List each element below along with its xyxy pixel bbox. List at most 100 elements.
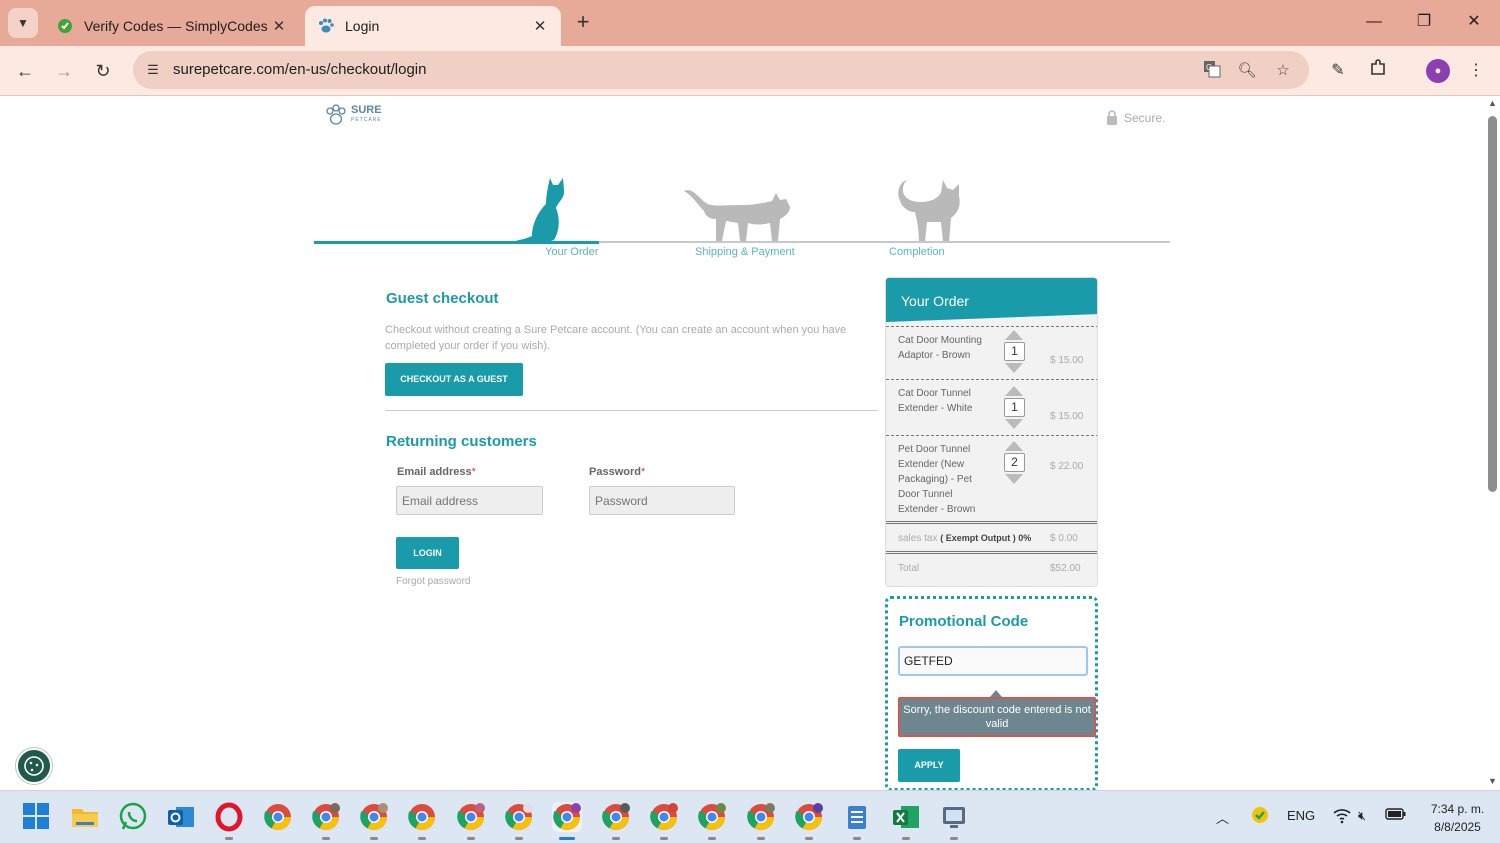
- qty-decrease-icon[interactable]: [1005, 419, 1023, 429]
- menu-kebab-icon[interactable]: ⋮: [1464, 59, 1488, 83]
- chrome-profile-icon[interactable]: [407, 802, 437, 840]
- running-indicator: [370, 837, 378, 840]
- tab-title: Login: [345, 18, 380, 34]
- extensions-icon[interactable]: [1366, 59, 1390, 83]
- back-button[interactable]: ←: [10, 56, 40, 86]
- chrome-profile-icon[interactable]: [794, 802, 824, 840]
- qty-increase-icon[interactable]: [1005, 386, 1023, 396]
- scroll-up-icon[interactable]: ▲: [1487, 98, 1498, 108]
- running-indicator: [660, 837, 668, 840]
- order-item-name: Cat Door Mounting Adaptor - Brown: [898, 335, 982, 361]
- minimize-window-button[interactable]: —: [1359, 8, 1389, 36]
- sales-tax-value: $ 0.00: [1050, 533, 1078, 544]
- order-item-price: $ 22.00: [1050, 461, 1084, 472]
- chrome-profile-icon[interactable]: [504, 802, 534, 840]
- required-mark: *: [471, 466, 476, 478]
- address-bar[interactable]: ☰ surepetcare.com/en-us/checkout/login G…: [133, 51, 1309, 89]
- qty-increase-icon[interactable]: [1005, 330, 1023, 340]
- qty-increase-icon[interactable]: [1005, 441, 1023, 451]
- whatsapp-icon[interactable]: [118, 802, 148, 832]
- scroll-down-icon[interactable]: ▼: [1487, 776, 1498, 786]
- remote-desktop-icon[interactable]: [939, 802, 969, 840]
- chrome-profile-icon[interactable]: [359, 802, 389, 840]
- show-hidden-icons-chevron-icon[interactable]: ︿: [1216, 808, 1229, 827]
- chrome-profile-icon[interactable]: [697, 802, 727, 840]
- step-label-shipping-payment: Shipping & Payment: [695, 246, 795, 258]
- wifi-icon[interactable]: [1332, 806, 1352, 827]
- cat-standing-step-icon: [898, 180, 960, 242]
- chrome-icon[interactable]: [263, 802, 293, 832]
- page-scrollbar[interactable]: ▲ ▼: [1485, 96, 1500, 790]
- order-item-row: Pet Door Tunnel Extender (New Packaging)…: [886, 435, 1097, 519]
- qty-input[interactable]: 2: [1004, 453, 1025, 472]
- apply-promo-button[interactable]: APPLY: [898, 749, 960, 782]
- browser-tab-bar: ▼ Verify Codes — SimplyCodes ✕ Login ✕ +…: [0, 0, 1500, 46]
- clock-time: 7:34 p. m.: [1430, 802, 1485, 816]
- reload-button[interactable]: ↻: [88, 56, 118, 86]
- promo-code-title: Promotional Code: [899, 613, 1029, 630]
- guest-checkout-title: Guest checkout: [386, 290, 499, 307]
- chrome-profile-icon[interactable]: [456, 802, 486, 840]
- close-tab-icon[interactable]: ✕: [531, 17, 549, 35]
- qty-decrease-icon[interactable]: [1005, 363, 1023, 373]
- running-indicator: [902, 837, 910, 840]
- tray-app-icon[interactable]: [1250, 805, 1270, 828]
- chrome-profile-icon[interactable]: [601, 802, 631, 840]
- promo-code-panel: Promotional Code Sorry, the discount cod…: [885, 596, 1098, 790]
- error-tooltip-arrow: [990, 690, 1002, 697]
- profile-avatar[interactable]: ●: [1426, 59, 1450, 83]
- cookie-settings-button[interactable]: [16, 748, 52, 784]
- volume-muted-icon[interactable]: 🔇︎: [1358, 808, 1366, 824]
- logo-text: SURE PETCARE: [351, 105, 382, 125]
- login-button[interactable]: LOGIN: [396, 537, 459, 569]
- zoom-icon[interactable]: 🔍︎: [1236, 60, 1258, 82]
- qty-decrease-icon[interactable]: [1005, 474, 1023, 484]
- forward-button[interactable]: →: [49, 56, 79, 86]
- close-tab-icon[interactable]: ✕: [270, 17, 288, 35]
- running-indicator: [853, 837, 861, 840]
- chrome-profile-icon[interactable]: [311, 802, 341, 840]
- checkout-as-guest-button[interactable]: CHECKOUT AS A GUEST: [385, 363, 523, 396]
- password-field[interactable]: [589, 486, 735, 515]
- password-label-text: Password: [589, 466, 641, 478]
- order-summary-panel: Your Order Cat Door Mounting Adaptor - B…: [885, 277, 1098, 587]
- section-divider: [385, 410, 878, 411]
- tab-login[interactable]: Login ✕: [305, 6, 561, 46]
- qty-input[interactable]: 1: [1004, 398, 1025, 417]
- sure-petcare-logo[interactable]: SURE PETCARE: [325, 104, 382, 126]
- tab-list-button[interactable]: ▼: [8, 8, 38, 38]
- outlook-icon[interactable]: [166, 802, 196, 832]
- required-mark: *: [640, 466, 646, 478]
- active-indicator: [559, 837, 575, 840]
- new-tab-button[interactable]: +: [570, 9, 596, 35]
- tab-title: Verify Codes — SimplyCodes: [84, 18, 268, 34]
- chrome-profile-icon[interactable]: [649, 802, 679, 840]
- windows-taskbar: ︿ ENG 🔇︎ 7:34 p. m. 8/8/2025: [0, 790, 1500, 843]
- svg-text:G: G: [1206, 63, 1212, 72]
- excel-icon[interactable]: [891, 802, 921, 840]
- restore-window-button[interactable]: ❐: [1409, 8, 1439, 36]
- file-explorer-icon[interactable]: [70, 802, 100, 832]
- url-text[interactable]: surepetcare.com/en-us/checkout/login: [173, 61, 426, 78]
- qty-input[interactable]: 1: [1004, 342, 1025, 361]
- translate-icon[interactable]: G: [1201, 60, 1223, 82]
- running-indicator: [950, 837, 958, 840]
- promo-code-input[interactable]: [898, 646, 1088, 676]
- tab-simplycodes[interactable]: Verify Codes — SimplyCodes ✕: [44, 6, 300, 46]
- opera-icon[interactable]: [214, 802, 244, 840]
- email-field[interactable]: [396, 486, 543, 515]
- bookmark-star-icon[interactable]: ☆: [1272, 60, 1294, 82]
- chrome-active-icon[interactable]: [552, 802, 582, 840]
- close-window-button[interactable]: ✕: [1459, 8, 1489, 36]
- edit-icon[interactable]: ✎: [1326, 59, 1350, 83]
- scrollbar-thumb[interactable]: [1488, 116, 1497, 492]
- windows-start-icon[interactable]: [22, 802, 52, 832]
- forgot-password-link[interactable]: Forgot password: [396, 576, 470, 587]
- chevron-down-icon: ▼: [17, 16, 29, 30]
- battery-icon[interactable]: [1385, 806, 1407, 825]
- chrome-profile-icon[interactable]: [746, 802, 776, 840]
- notepad-icon[interactable]: [842, 802, 872, 840]
- system-clock[interactable]: 7:34 p. m. 8/8/2025: [1420, 800, 1495, 836]
- language-indicator[interactable]: ENG: [1287, 808, 1315, 823]
- site-info-icon[interactable]: ☰: [143, 60, 163, 80]
